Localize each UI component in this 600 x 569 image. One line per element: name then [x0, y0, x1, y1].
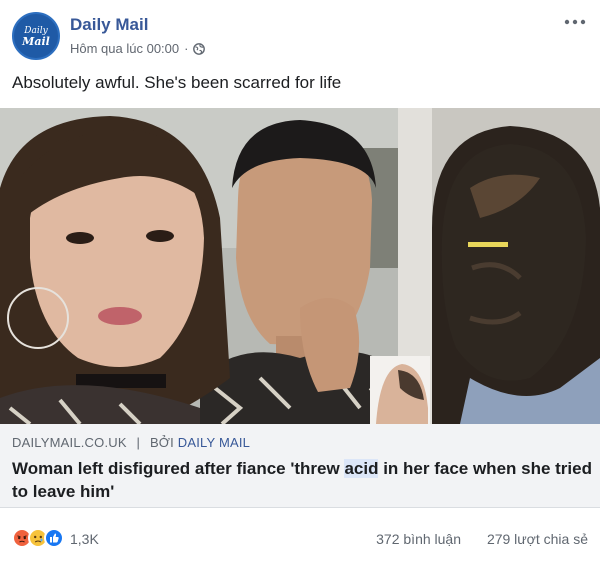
post-photo[interactable] [0, 108, 600, 424]
like-reaction-icon[interactable] [44, 528, 64, 548]
link-author[interactable]: DAILY MAIL [178, 435, 250, 450]
more-options-icon[interactable] [564, 14, 586, 28]
link-source: DAILYMAIL.CO.UK | BỞI DAILY MAIL [12, 435, 250, 450]
link-by-label: BỞI [149, 435, 174, 450]
reaction-count[interactable]: 1,3K [70, 531, 99, 547]
shares-count[interactable]: 279 lượt chia sẻ [487, 531, 588, 547]
page-avatar[interactable]: Daily Mail [12, 12, 60, 60]
post-caption: Absolutely awful. She's been scarred for… [12, 73, 342, 92]
link-domain: DAILYMAIL.CO.UK [12, 435, 127, 450]
avatar-logo-line2: Mail [22, 35, 50, 48]
link-title[interactable]: Woman left disfigured after fiance 'thre… [12, 457, 592, 503]
link-title-highlight: acid [344, 459, 379, 478]
facebook-post: Daily Mail Daily Mail Hôm qua lúc 00:00 … [0, 0, 600, 569]
post-header: Daily Mail Daily Mail Hôm qua lúc 00:00 … [12, 12, 588, 60]
link-separator: | [136, 435, 141, 450]
post-footer: 1,3K 372 bình luận 279 lượt chia sẻ [12, 524, 588, 552]
post-meta: Hôm qua lúc 00:00 · [70, 41, 206, 56]
post-timestamp[interactable]: Hôm qua lúc 00:00 [70, 41, 179, 56]
link-preview[interactable]: DAILYMAIL.CO.UK | BỞI DAILY MAIL Woman l… [0, 424, 600, 508]
meta-separator: · [184, 41, 189, 56]
page-name-link[interactable]: Daily Mail [70, 15, 148, 35]
comments-count[interactable]: 372 bình luận [376, 531, 461, 547]
globe-icon[interactable] [193, 42, 206, 55]
link-title-part1: Woman left disfigured after fiance 'thre… [12, 459, 345, 478]
